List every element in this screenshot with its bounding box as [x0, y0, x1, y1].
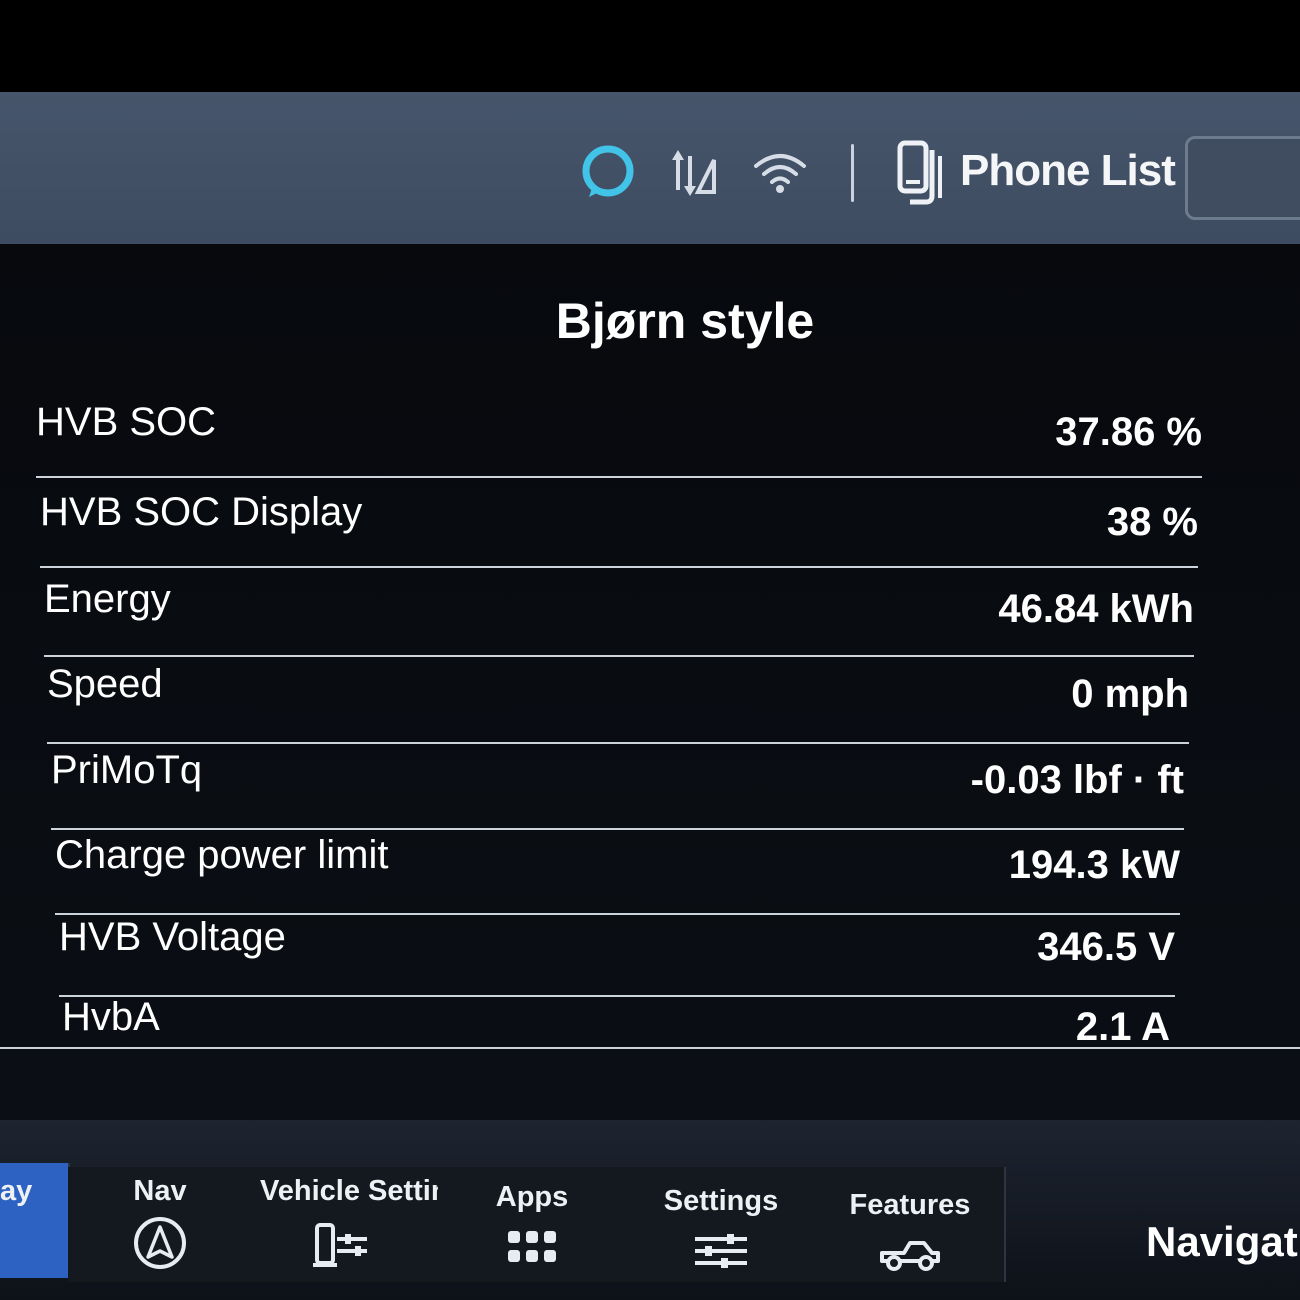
- page-title: Bjørn style: [555, 293, 815, 349]
- table-row: Speed 0 mph: [47, 662, 1189, 744]
- navigation-label[interactable]: Navigati: [1146, 1218, 1300, 1266]
- table-row: HvbA 2.1 A: [62, 995, 1170, 1065]
- nav-compass-icon: [134, 1217, 186, 1269]
- row-value: 346.5 V: [1037, 925, 1175, 969]
- tab-label: Features: [849, 1189, 971, 1221]
- table-row: HVB SOC Display 38 %: [40, 490, 1198, 568]
- row-value: 0 mph: [1071, 672, 1189, 716]
- row-divider: [47, 742, 1189, 744]
- row-value: 2.1 A: [1075, 1005, 1170, 1049]
- apps-grid-icon: [508, 1231, 556, 1262]
- row-value: -0.03 lbf · ft: [970, 758, 1184, 802]
- phone-icon[interactable]: [896, 140, 946, 206]
- tab-apps[interactable]: Apps: [438, 1167, 628, 1282]
- truck-icon: [880, 1241, 940, 1271]
- table-row: Charge power limit 194.3 kW: [55, 833, 1180, 915]
- table-bottom-divider: [0, 1047, 1300, 1049]
- row-label: PriMoTq: [51, 748, 203, 792]
- row-label: Speed: [47, 662, 163, 706]
- screen-bezel: [0, 0, 1300, 92]
- table-row: Energy 46.84 kWh: [44, 577, 1194, 657]
- tab-display[interactable]: ay: [0, 1163, 70, 1278]
- tab-label: Apps: [495, 1181, 569, 1213]
- tab-settings[interactable]: Settings: [626, 1167, 818, 1282]
- row-label: Charge power limit: [55, 833, 389, 877]
- vehicle-settings-icon: [313, 1223, 367, 1267]
- tab-label: Vehicle Settin: [260, 1175, 438, 1207]
- alexa-ring-icon[interactable]: [578, 142, 638, 202]
- row-value: 46.84 kWh: [998, 587, 1194, 631]
- row-value: 194.3 kW: [1008, 843, 1180, 887]
- table-row: PriMoTq -0.03 lbf · ft: [51, 748, 1184, 830]
- tab-label: Settings: [663, 1185, 779, 1217]
- settings-sliders-icon: [695, 1234, 747, 1268]
- table-row: HVB SOC 37.86 %: [36, 400, 1202, 478]
- status-divider: [851, 144, 854, 202]
- status-right-button[interactable]: [1185, 136, 1300, 220]
- row-label: Energy: [44, 577, 171, 621]
- row-label: HVB Voltage: [59, 915, 286, 959]
- row-value: 37.86 %: [1055, 410, 1202, 454]
- row-label: HvbA: [62, 995, 160, 1039]
- data-arrows-icon: [672, 150, 716, 196]
- row-divider: [44, 655, 1194, 657]
- row-label: HVB SOC Display: [40, 490, 363, 534]
- table-row: HVB Voltage 346.5 V: [59, 915, 1175, 997]
- tab-nav[interactable]: Nav: [68, 1167, 254, 1282]
- row-value: 38 %: [1106, 500, 1198, 544]
- tab-features[interactable]: Features: [816, 1167, 1006, 1282]
- row-divider: [51, 828, 1184, 830]
- row-divider: [40, 566, 1198, 568]
- wifi-icon: [754, 154, 806, 193]
- tab-label: ay: [0, 1175, 33, 1207]
- phone-list-label[interactable]: Phone List: [960, 146, 1176, 196]
- row-label: HVB SOC: [36, 400, 217, 444]
- row-divider: [36, 476, 1202, 478]
- tab-label: Nav: [133, 1175, 187, 1207]
- tab-vehicle-settings[interactable]: Vehicle Settin: [252, 1167, 440, 1282]
